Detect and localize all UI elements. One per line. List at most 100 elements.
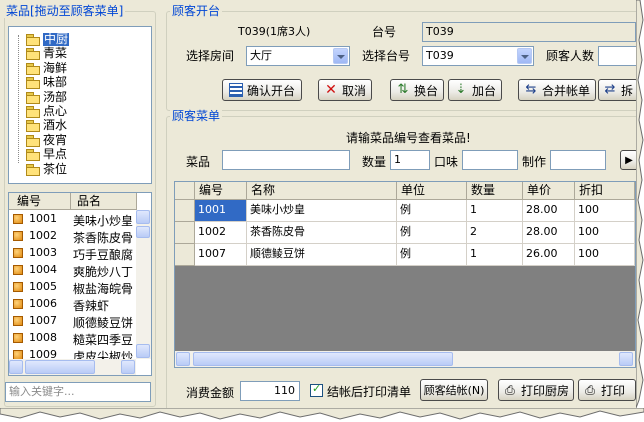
scroll-right-icon[interactable] [121, 360, 135, 374]
table-cell-unit[interactable]: 例 [397, 244, 467, 266]
table-cell-price[interactable]: 26.00 [523, 244, 575, 266]
change-table-button[interactable]: ⇅ 换台 [390, 79, 444, 101]
add-table-button[interactable]: ⇣ 加台 [448, 79, 502, 101]
table-cell-qty[interactable]: 2 [467, 222, 523, 244]
scroll-up-icon[interactable] [136, 210, 150, 224]
scroll-left-icon[interactable] [9, 360, 23, 374]
guest-count-input[interactable] [598, 46, 636, 66]
checkout-button[interactable]: 顾客结帐(N) [420, 379, 488, 401]
room-select[interactable]: 大厅 [246, 46, 350, 66]
column-header[interactable]: 数量 [467, 182, 523, 200]
table-cell-price[interactable]: 28.00 [523, 222, 575, 244]
list-item[interactable]: 1004 爽脆炒八丁 [9, 262, 136, 279]
dish-input[interactable] [222, 150, 350, 170]
hscroll-thumb[interactable] [193, 352, 453, 366]
add-dish-button[interactable]: ▶ [620, 150, 636, 170]
make-input[interactable] [550, 150, 606, 170]
tree-item[interactable]: 夜宵 [26, 133, 67, 147]
column-header[interactable]: 单价 [523, 182, 575, 200]
table-no-field[interactable]: T039 [422, 22, 636, 42]
table-cell-name[interactable]: 顺德鲮豆饼 [247, 244, 397, 266]
dish-name: 巧手豆酿腐 [73, 248, 134, 262]
list-item[interactable]: 1001 美味小炒皇 [9, 211, 136, 228]
table-cell-price[interactable]: 28.00 [523, 200, 575, 222]
dish-list-hscroll[interactable] [9, 359, 136, 375]
print-after-checkout-checkbox[interactable]: ✓ [310, 382, 323, 397]
folder-icon [26, 106, 40, 118]
print-kitchen-button[interactable]: ⎙ 打印厨房 [498, 379, 574, 401]
tree-item[interactable]: 茶位 [26, 161, 68, 176]
tree-item[interactable]: 味部 [26, 76, 67, 90]
scroll-down-icon[interactable] [136, 344, 150, 358]
list-item[interactable]: 1008 糙菜四季豆 [9, 330, 136, 347]
column-header[interactable]: 单位 [397, 182, 467, 200]
torn-edge-right [636, 0, 644, 408]
chevron-down-icon[interactable] [333, 48, 348, 64]
tree-item[interactable]: 青菜 [26, 47, 67, 61]
scroll-right-icon[interactable] [619, 352, 633, 366]
table-cell-discount[interactable]: 100 [575, 200, 635, 222]
tree-item[interactable]: 点心 [26, 105, 67, 118]
dish-list-header-name[interactable]: 品名 [71, 193, 137, 210]
dish-list-header-id[interactable]: 编号 [9, 193, 71, 210]
dish-id: 1003 [29, 246, 57, 259]
dish-icon [13, 333, 23, 343]
qty-input[interactable]: 1 [390, 150, 430, 170]
dish-list-vscroll[interactable] [136, 210, 151, 359]
hscroll-thumb[interactable] [25, 360, 95, 374]
row-header[interactable] [175, 200, 195, 222]
torn-edge-bottom [0, 408, 644, 420]
open-table-title: 顾客开台 [170, 4, 223, 18]
dish-list[interactable]: 编号 品名 1001 美味小炒皇 1002 茶香陈皮骨 1003 巧手豆酿腐 1004 爽脆炒… [8, 192, 152, 376]
tree-item-label: 茶位 [43, 161, 68, 176]
split-bill-button[interactable]: ⇄ 拆 [598, 79, 636, 101]
table-cell-discount[interactable]: 100 [575, 222, 635, 244]
table-select[interactable]: T039 [422, 46, 534, 66]
table-cell-name[interactable]: 茶香陈皮骨 [247, 222, 397, 244]
tree-item-label: 酒水 [43, 118, 68, 133]
tree-item[interactable]: 汤部 [26, 89, 68, 104]
table-cell-unit[interactable]: 例 [397, 200, 467, 222]
tree-item[interactable]: 中厨 [26, 33, 70, 46]
list-item[interactable]: 1006 香辣虾 [9, 296, 136, 313]
table-cell-id[interactable]: 1002 [195, 222, 247, 244]
chevron-down-icon[interactable] [517, 48, 532, 64]
print-kitchen-label: 打印厨房 [520, 383, 569, 398]
scroll-left-icon[interactable] [176, 352, 190, 366]
table-cell-discount[interactable]: 100 [575, 244, 635, 266]
taste-input[interactable] [462, 150, 518, 170]
dish-icon [13, 299, 23, 309]
cancel-button[interactable]: ✕ 取消 [318, 79, 372, 101]
row-header[interactable] [175, 222, 195, 244]
column-header[interactable]: 编号 [195, 182, 247, 200]
confirm-open-button[interactable]: 确认开台 [222, 79, 302, 101]
table-cell-unit[interactable]: 例 [397, 222, 467, 244]
merge-bill-button[interactable]: ⇆ 合并帐单 [518, 79, 596, 101]
scroll-thumb[interactable] [136, 226, 150, 238]
list-item[interactable]: 1003 巧手豆酿腐 [9, 245, 136, 262]
column-header[interactable]: 折扣 [575, 182, 635, 200]
list-item[interactable]: 1002 茶香陈皮骨 [9, 228, 136, 245]
row-header[interactable] [175, 244, 195, 266]
order-grid-hscroll[interactable] [175, 351, 635, 367]
list-item[interactable]: 1005 椒盐海皖骨 [9, 279, 136, 296]
table-cell-id[interactable]: 1001 [195, 200, 247, 222]
dish-id: 1007 [29, 314, 57, 327]
tree-item[interactable]: 酒水 [26, 118, 68, 133]
amount-label: 消费金额 [186, 386, 235, 400]
tree-item-label: 汤部 [43, 89, 68, 104]
tree-item[interactable]: 早点 [26, 148, 67, 162]
add-table-label: 加台 [471, 83, 496, 98]
column-header[interactable]: 名称 [247, 182, 397, 200]
add-icon: ⇣ [455, 82, 467, 97]
print-button[interactable]: ⎙ 打印 [578, 379, 636, 401]
table-cell-qty[interactable]: 1 [467, 200, 523, 222]
keyword-search-input[interactable]: 输入关键字... [5, 382, 151, 402]
table-cell-id[interactable]: 1007 [195, 244, 247, 266]
tree-item[interactable]: 海鲜 [26, 61, 67, 75]
table-cell-qty[interactable]: 1 [467, 244, 523, 266]
category-tree[interactable]: 中厨 青菜 海鲜 味部 汤部 点心 酒水 夜宵 早点 茶位 [8, 26, 152, 184]
list-item[interactable]: 1007 顺德鲮豆饼 [9, 313, 136, 330]
order-grid[interactable]: 编号 名称 单位 数量 单价 折扣 1001 美味小炒皇例 1 28.00 100 1002 茶香陈皮… [174, 181, 636, 368]
table-cell-name[interactable]: 美味小炒皇 [247, 200, 397, 222]
